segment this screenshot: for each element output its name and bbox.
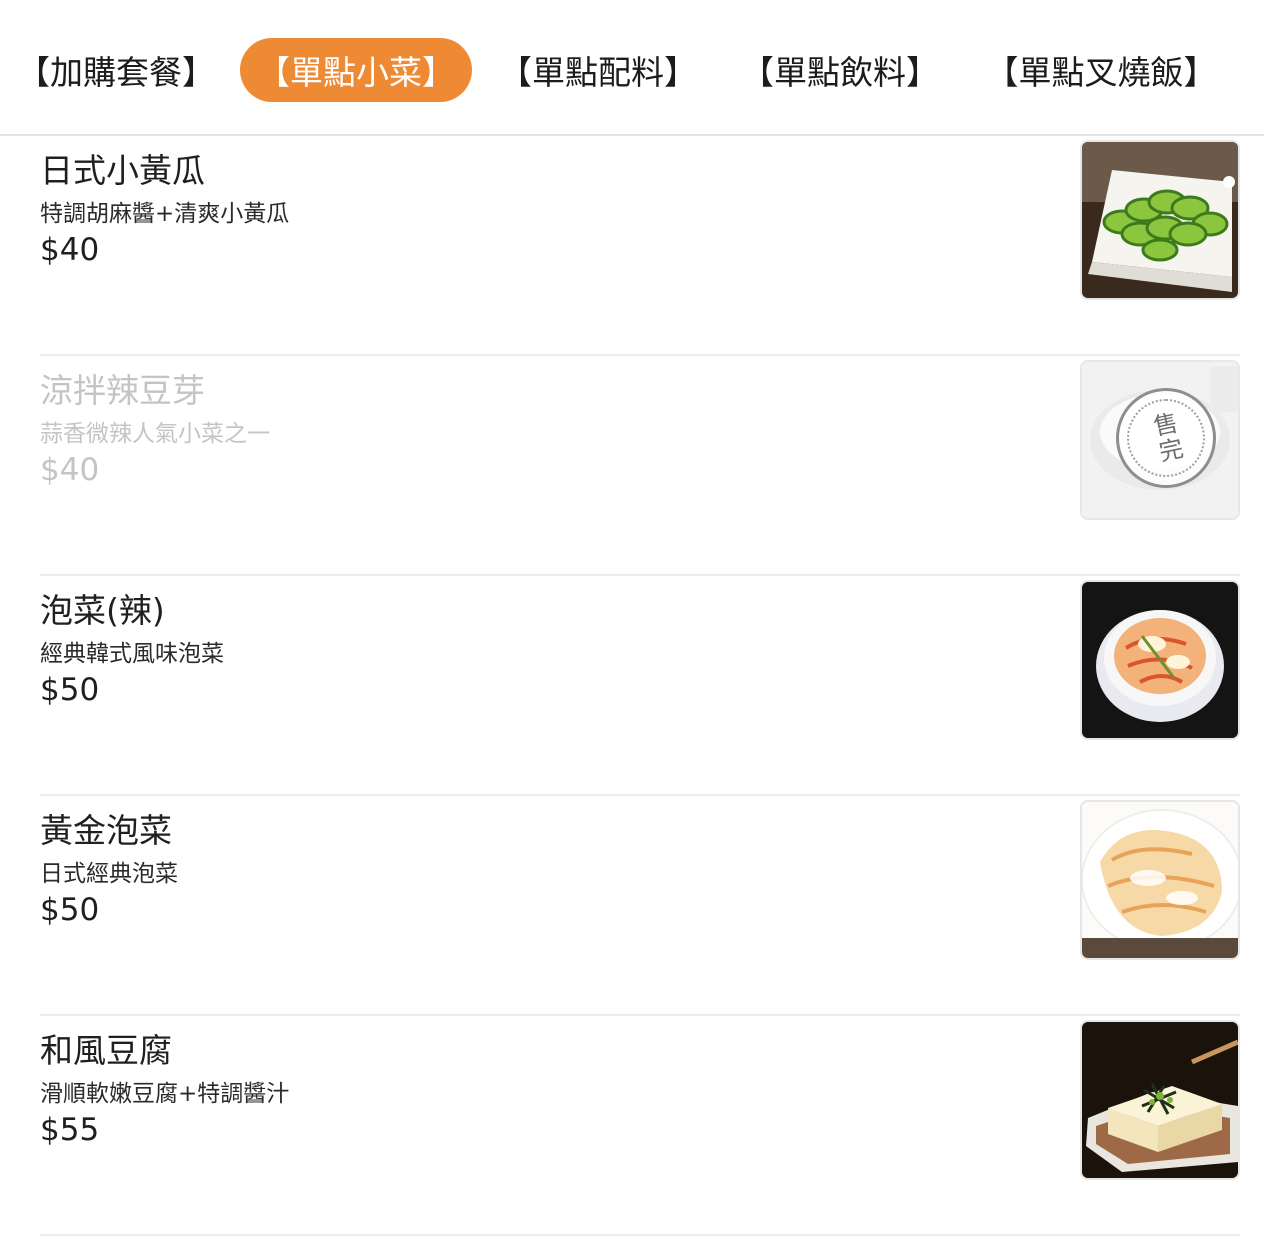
item-price: $40 bbox=[40, 232, 100, 268]
item-image-bean-sprouts[interactable]: 售完 bbox=[1080, 360, 1240, 520]
menu-item[interactable]: 黃金泡菜 日式經典泡菜 $50 bbox=[40, 796, 1240, 1016]
tab-drinks[interactable]: 【單點飲料】 bbox=[740, 38, 940, 102]
sold-out-stamp: 售完 bbox=[1116, 388, 1216, 488]
item-name: 黃金泡菜 bbox=[40, 811, 172, 850]
tab-side-dishes[interactable]: 【單點小菜】 bbox=[240, 38, 472, 102]
item-name: 泡菜(辣) bbox=[40, 591, 165, 630]
item-image-cucumber[interactable] bbox=[1080, 140, 1240, 300]
item-image-golden-kimchi[interactable] bbox=[1080, 800, 1240, 960]
item-description: 經典韓式風味泡菜 bbox=[40, 641, 224, 667]
item-name: 涼拌辣豆芽 bbox=[40, 371, 205, 410]
menu-item[interactable]: 和風豆腐 滑順軟嫩豆腐+特調醬汁 $55 bbox=[40, 1016, 1240, 1236]
item-price: $55 bbox=[40, 1112, 100, 1148]
item-description: 蒜香微辣人氣小菜之一 bbox=[40, 421, 270, 447]
item-description: 特調胡麻醬+清爽小黃瓜 bbox=[40, 201, 290, 227]
item-image-tofu[interactable] bbox=[1080, 1020, 1240, 1180]
menu-item[interactable]: 涼拌辣豆芽 蒜香微辣人氣小菜之一 $40 售完 bbox=[40, 356, 1240, 576]
item-price: $40 bbox=[40, 452, 100, 488]
item-description: 日式經典泡菜 bbox=[40, 861, 178, 887]
category-tab-bar: 【加購套餐】 【單點小菜】 【單點配料】 【單點飲料】 【單點叉燒飯】 bbox=[0, 0, 1264, 136]
tab-toppings[interactable]: 【單點配料】 bbox=[499, 38, 697, 102]
item-name: 和風豆腐 bbox=[40, 1031, 172, 1070]
menu-item[interactable]: 泡菜(辣) 經典韓式風味泡菜 $50 bbox=[40, 576, 1240, 796]
item-name: 日式小黃瓜 bbox=[40, 151, 205, 190]
menu-item-list: 日式小黃瓜 特調胡麻醬+清爽小黃瓜 $40 涼拌辣豆芽 蒜香微辣人氣小菜之一 $… bbox=[0, 136, 1264, 1236]
item-image-kimchi[interactable] bbox=[1080, 580, 1240, 740]
item-price: $50 bbox=[40, 892, 100, 928]
item-price: $50 bbox=[40, 672, 100, 708]
tab-add-on-set[interactable]: 【加購套餐】 bbox=[17, 38, 215, 102]
menu-item[interactable]: 日式小黃瓜 特調胡麻醬+清爽小黃瓜 $40 bbox=[40, 136, 1240, 356]
tab-char-siu-rice[interactable]: 【單點叉燒飯】 bbox=[985, 38, 1217, 102]
item-description: 滑順軟嫩豆腐+特調醬汁 bbox=[40, 1081, 290, 1107]
